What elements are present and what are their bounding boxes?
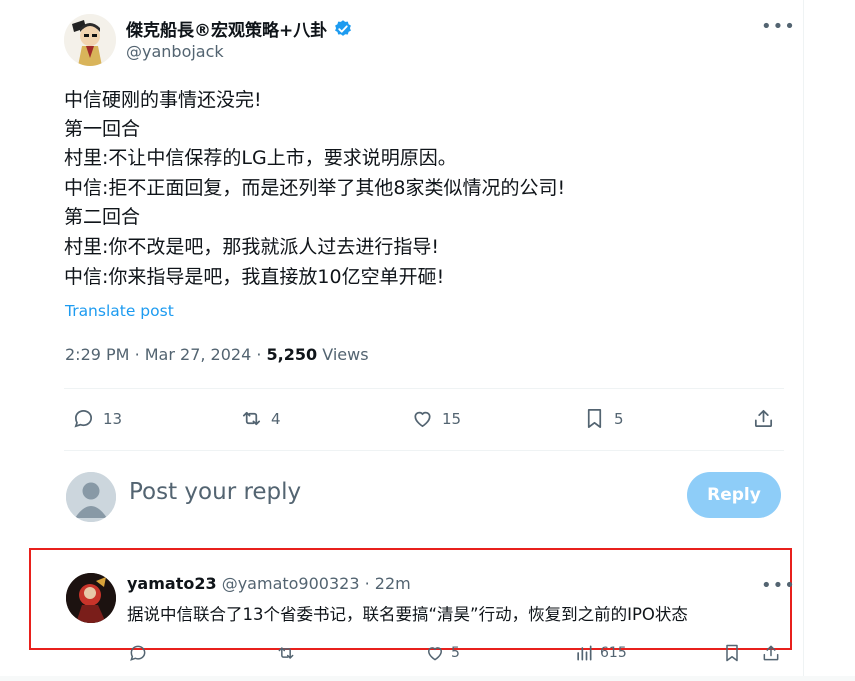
post-time[interactable]: 2:29 PM: [65, 345, 129, 364]
divider: [64, 388, 784, 389]
post-line: 中信:你来指导是吧，我直接放10亿空单开砸!: [64, 266, 445, 288]
share-action[interactable]: [752, 407, 775, 430]
post-line: 第二回合: [64, 206, 141, 228]
reply-time[interactable]: 22m: [375, 574, 411, 593]
reply-author-name[interactable]: yamato23: [127, 574, 217, 593]
meta-separator: ·: [256, 345, 267, 364]
bookmark-count: 5: [614, 409, 624, 428]
reply-views-action[interactable]: 615: [574, 643, 627, 663]
reply-like-action[interactable]: 5: [425, 643, 460, 663]
author-display-name[interactable]: 傑克船長®宏观策略+八卦: [126, 16, 327, 41]
default-profile-icon: [66, 472, 116, 522]
post-meta: 2:29 PM · Mar 27, 2024 · 5,250 Views: [65, 345, 369, 364]
user-avatar[interactable]: [66, 472, 116, 522]
divider: [64, 450, 784, 451]
reply-text: 据说中信联合了13个省委书记，联名要搞“清昊”行动，恢复到之前的IPO状态: [127, 605, 688, 624]
share-icon: [754, 409, 773, 428]
reply-count: 13: [103, 409, 123, 428]
reply-author-avatar[interactable]: [66, 573, 116, 623]
reply-like-count: 5: [451, 645, 460, 661]
bookmark-action[interactable]: 5: [583, 407, 624, 430]
reply-button[interactable]: Reply: [687, 472, 781, 518]
heart-icon: [427, 647, 443, 661]
cartoon-avatar-icon: [64, 14, 116, 66]
analytics-icon: [577, 645, 592, 661]
post-line: 中信硬刚的事情还没完!: [64, 89, 262, 111]
more-options-icon[interactable]: •••: [761, 16, 796, 37]
reply-bookmark-action[interactable]: [722, 643, 742, 663]
repost-icon: [278, 647, 294, 659]
author-avatar[interactable]: [64, 14, 116, 66]
post-line: 村里:不让中信保荐的LG上市，要求说明原因。: [64, 147, 457, 169]
post-date[interactable]: Mar 27, 2024: [145, 345, 252, 364]
like-action[interactable]: 15: [411, 407, 461, 430]
views-count: 5,250: [266, 345, 318, 364]
reply-action[interactable]: 13: [72, 407, 122, 430]
author-handle[interactable]: @yanbojack: [126, 42, 224, 61]
author-name[interactable]: 傑克船長®宏观策略+八卦: [126, 16, 353, 41]
reply-author-handle[interactable]: @yamato900323: [222, 574, 360, 593]
repost-action[interactable]: 4: [240, 407, 281, 430]
heart-icon: [414, 411, 431, 428]
reply-views-count: 615: [600, 645, 627, 661]
translate-post-link[interactable]: Translate post: [65, 302, 174, 320]
post-line: 第一回合: [64, 118, 141, 140]
reply-repost-action[interactable]: [276, 643, 296, 663]
repost-count: 4: [271, 409, 281, 428]
repost-icon: [242, 411, 261, 426]
reply-share-action[interactable]: [761, 643, 781, 663]
share-icon: [763, 645, 779, 661]
reply-input[interactable]: Post your reply: [129, 479, 301, 505]
bookmark-icon: [726, 644, 738, 662]
reply-reply-action[interactable]: [128, 643, 148, 663]
reply-icon: [74, 409, 93, 428]
post-line: 中信:拒不正面回复，而是还列举了其他8家类似情况的公司!: [64, 177, 566, 199]
reply-header: yamato23 @yamato900323 · 22m: [127, 574, 411, 593]
meta-separator: ·: [134, 345, 145, 364]
highlight-box: [29, 548, 792, 650]
bottom-edge: [0, 676, 855, 681]
reply-avatar-image-icon: [66, 573, 116, 623]
post-line: 村里:你不改是吧，那我就派人过去进行指导!: [64, 236, 440, 258]
reply-separator: ·: [364, 574, 370, 593]
views-label: Views: [322, 345, 369, 364]
reply-icon: [130, 645, 146, 661]
bookmark-icon: [587, 409, 602, 428]
verified-badge-icon: [335, 19, 352, 36]
reply-more-options-icon[interactable]: •••: [761, 575, 796, 596]
like-count: 15: [442, 409, 462, 428]
column-border: [803, 0, 804, 681]
